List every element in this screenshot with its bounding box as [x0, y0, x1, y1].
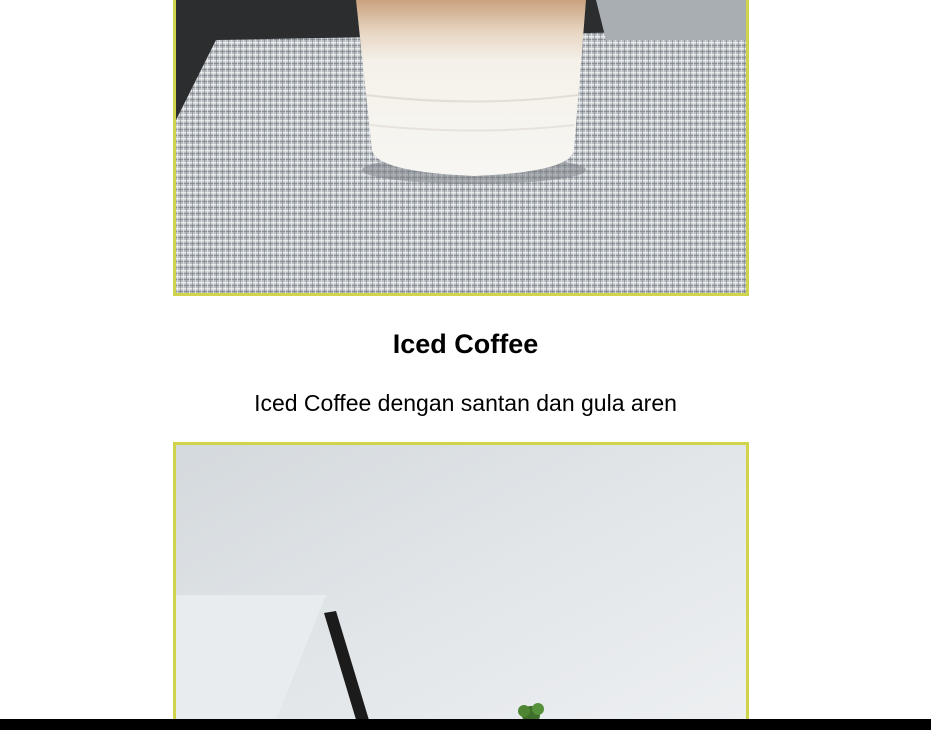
page: Iced Coffee Iced Coffee dengan santan da…: [0, 0, 931, 730]
menu-item-description: Iced Coffee dengan santan dan gula aren: [254, 390, 677, 416]
bottom-bar: [0, 719, 931, 730]
menu-item-title: Iced Coffee: [392, 329, 539, 359]
matcha-drink-photo: [173, 442, 749, 730]
iced-coffee-photo: [173, 0, 749, 296]
